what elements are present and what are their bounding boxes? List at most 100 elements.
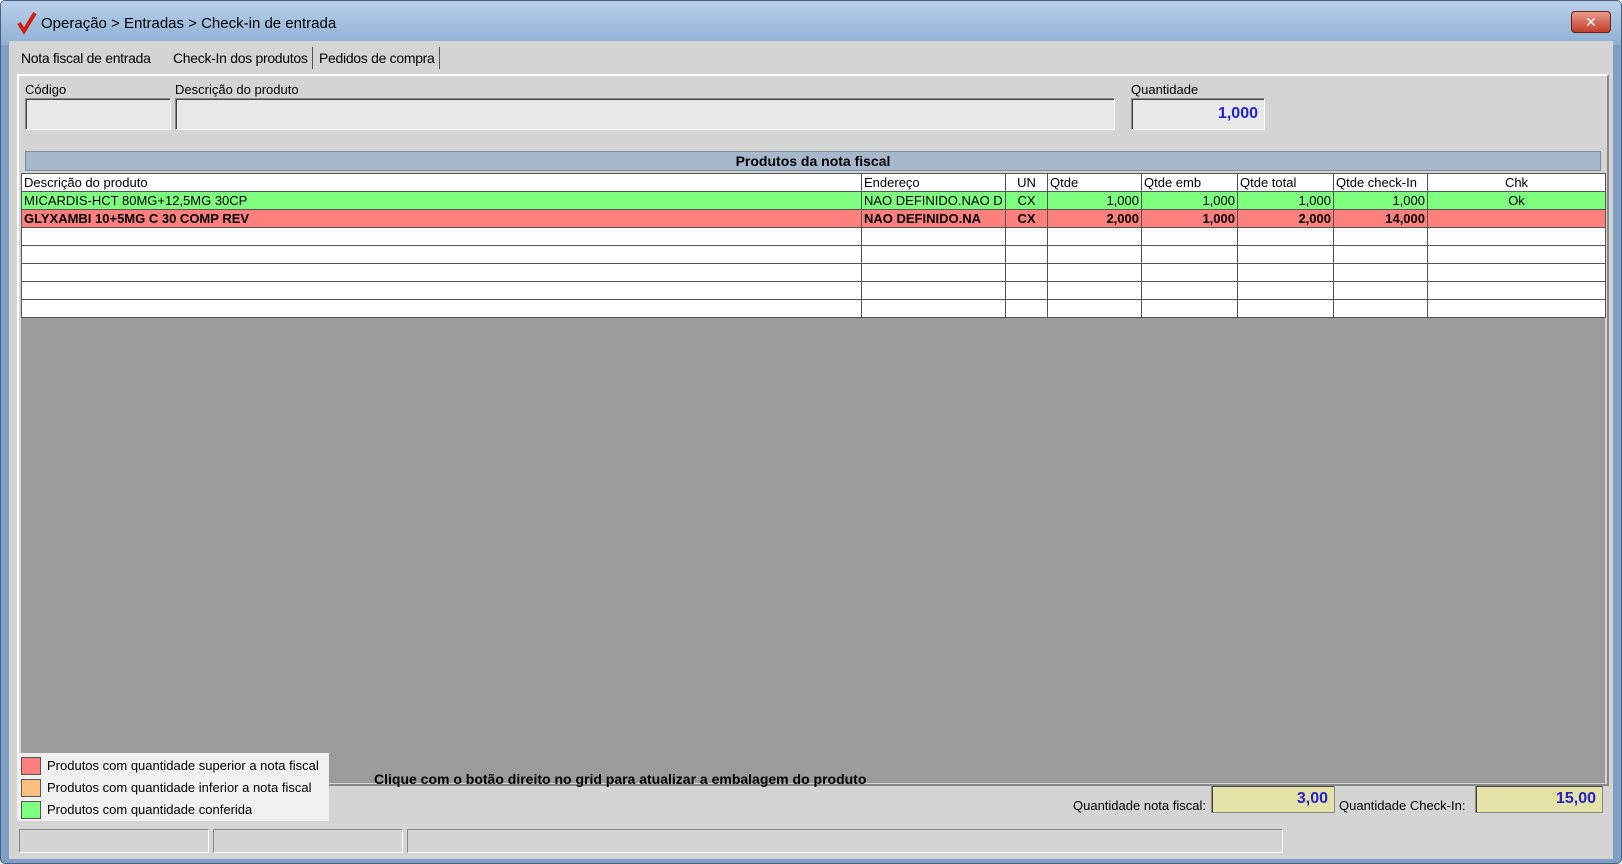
empty-cell[interactable] [1141,263,1238,282]
empty-cell[interactable] [1047,281,1142,300]
empty-row[interactable] [21,263,1606,282]
col-qtde-total[interactable]: Qtde total [1237,173,1334,192]
cell-qtde-checkin[interactable]: 1,000 [1333,191,1428,210]
empty-cell[interactable] [1237,299,1334,318]
client-area: Nota fiscal de entrada Check-In dos prod… [9,41,1613,859]
codigo-label: Código [25,82,67,97]
tab-checkin-produtos[interactable]: Check-In dos produtos [169,47,313,69]
empty-cell[interactable] [1333,263,1428,282]
empty-row[interactable] [21,299,1606,318]
col-qtde[interactable]: Qtde [1047,173,1142,192]
cell-descricao[interactable]: MICARDIS-HCT 80MG+12,5MG 30CP [21,191,862,210]
cell-qtde-emb[interactable]: 1,000 [1141,191,1238,210]
empty-cell[interactable] [1141,227,1238,246]
empty-cell[interactable] [1141,245,1238,264]
qtd-nota-fiscal-value: 3,00 [1211,785,1335,813]
empty-cell[interactable] [21,245,862,264]
descricao-input[interactable] [175,98,1115,130]
quantidade-input[interactable]: 1,000 [1131,98,1265,130]
qtd-nota-fiscal-label: Quantidade nota fiscal: [1073,798,1206,813]
cell-descricao[interactable]: GLYXAMBI 10+5MG C 30 COMP REV [21,209,862,228]
col-qtde-emb[interactable]: Qtde emb [1141,173,1238,192]
cell-qtde-checkin[interactable]: 14,000 [1333,209,1428,228]
empty-cell[interactable] [1237,281,1334,300]
empty-cell[interactable] [1333,227,1428,246]
empty-cell[interactable] [1333,281,1428,300]
empty-cell[interactable] [21,227,862,246]
col-endereco[interactable]: Endereço [861,173,1006,192]
status-panel-2 [213,829,403,853]
empty-cell[interactable] [861,281,1006,300]
col-descricao[interactable]: Descrição do produto [21,173,862,192]
close-button[interactable]: ✕ [1571,11,1611,33]
empty-row[interactable] [21,227,1606,246]
col-un[interactable]: UN [1005,173,1048,192]
table-header-row: Descrição do produto Endereço UN Qtde Qt… [21,173,1606,192]
checkin-panel: Código Descrição do produto Quantidade 1… [17,74,1609,786]
empty-cell[interactable] [1237,263,1334,282]
empty-cell[interactable] [1047,227,1142,246]
empty-cell[interactable] [1237,227,1334,246]
empty-cell[interactable] [21,299,862,318]
empty-cell[interactable] [1047,245,1142,264]
cell-un[interactable]: CX [1005,191,1048,210]
empty-cell[interactable] [1047,299,1142,318]
empty-row[interactable] [21,281,1606,300]
empty-cell[interactable] [1427,263,1606,282]
empty-cell[interactable] [21,281,862,300]
empty-cell[interactable] [861,299,1006,318]
empty-cell[interactable] [861,263,1006,282]
status-panel-1 [19,829,209,853]
legend-swatch [21,779,41,797]
tab-pedidos-compra[interactable]: Pedidos de compra [315,47,440,69]
cell-endereco[interactable]: NAO DEFINIDO.NA [861,209,1006,228]
checkin-window: Operação > Entradas > Check-in de entrad… [0,0,1622,864]
window-title: Operação > Entradas > Check-in de entrad… [41,15,337,32]
empty-cell[interactable] [1333,299,1428,318]
cell-chk[interactable]: Ok [1427,191,1606,210]
table-row[interactable]: GLYXAMBI 10+5MG C 30 COMP REV NAO DEFINI… [21,209,1606,228]
products-table[interactable]: Descrição do produto Endereço UN Qtde Qt… [21,173,1606,318]
empty-cell[interactable] [1005,299,1048,318]
empty-cell[interactable] [1333,245,1428,264]
checkmark-icon [17,11,37,35]
cell-qtde-emb[interactable]: 1,000 [1141,209,1238,228]
col-qtde-checkin[interactable]: Qtde check-In [1333,173,1428,192]
tab-nota-fiscal[interactable]: Nota fiscal de entrada [17,47,155,69]
empty-cell[interactable] [1237,245,1334,264]
cell-qtde[interactable]: 1,000 [1047,191,1142,210]
section-title: Produtos da nota fiscal [25,151,1601,171]
cell-chk[interactable] [1427,209,1606,228]
empty-cell[interactable] [1141,299,1238,318]
products-grid[interactable]: Descrição do produto Endereço UN Qtde Qt… [21,173,1606,783]
empty-cell[interactable] [861,245,1006,264]
empty-cell[interactable] [1005,263,1048,282]
cell-endereco[interactable]: NAO DEFINIDO.NAO D [861,191,1006,210]
empty-cell[interactable] [1005,245,1048,264]
empty-cell[interactable] [1427,245,1606,264]
empty-cell[interactable] [861,227,1006,246]
qtd-checkin-value: 15,00 [1475,785,1603,813]
cell-qtde-total[interactable]: 1,000 [1237,191,1334,210]
legend-swatch [21,757,41,775]
empty-cell[interactable] [1427,227,1606,246]
empty-cell[interactable] [1427,281,1606,300]
empty-cell[interactable] [21,263,862,282]
empty-cell[interactable] [1005,281,1048,300]
qtd-checkin-label: Quantidade Check-In: [1339,798,1466,813]
grid-hint: Clique com o botão direito no grid para … [374,771,867,787]
cell-qtde[interactable]: 2,000 [1047,209,1142,228]
empty-cell[interactable] [1047,263,1142,282]
legend-text: Produtos com quantidade superior a nota … [47,758,319,773]
col-chk[interactable]: Chk [1427,173,1606,192]
table-row[interactable]: MICARDIS-HCT 80MG+12,5MG 30CP NAO DEFINI… [21,191,1606,210]
empty-row[interactable] [21,245,1606,264]
codigo-input[interactable] [25,98,171,130]
empty-cell[interactable] [1141,281,1238,300]
cell-qtde-total[interactable]: 2,000 [1237,209,1334,228]
empty-cell[interactable] [1005,227,1048,246]
color-legend: Produtos com quantidade superior a nota … [17,753,329,821]
status-panel-3 [407,829,1283,853]
cell-un[interactable]: CX [1005,209,1048,228]
empty-cell[interactable] [1427,299,1606,318]
